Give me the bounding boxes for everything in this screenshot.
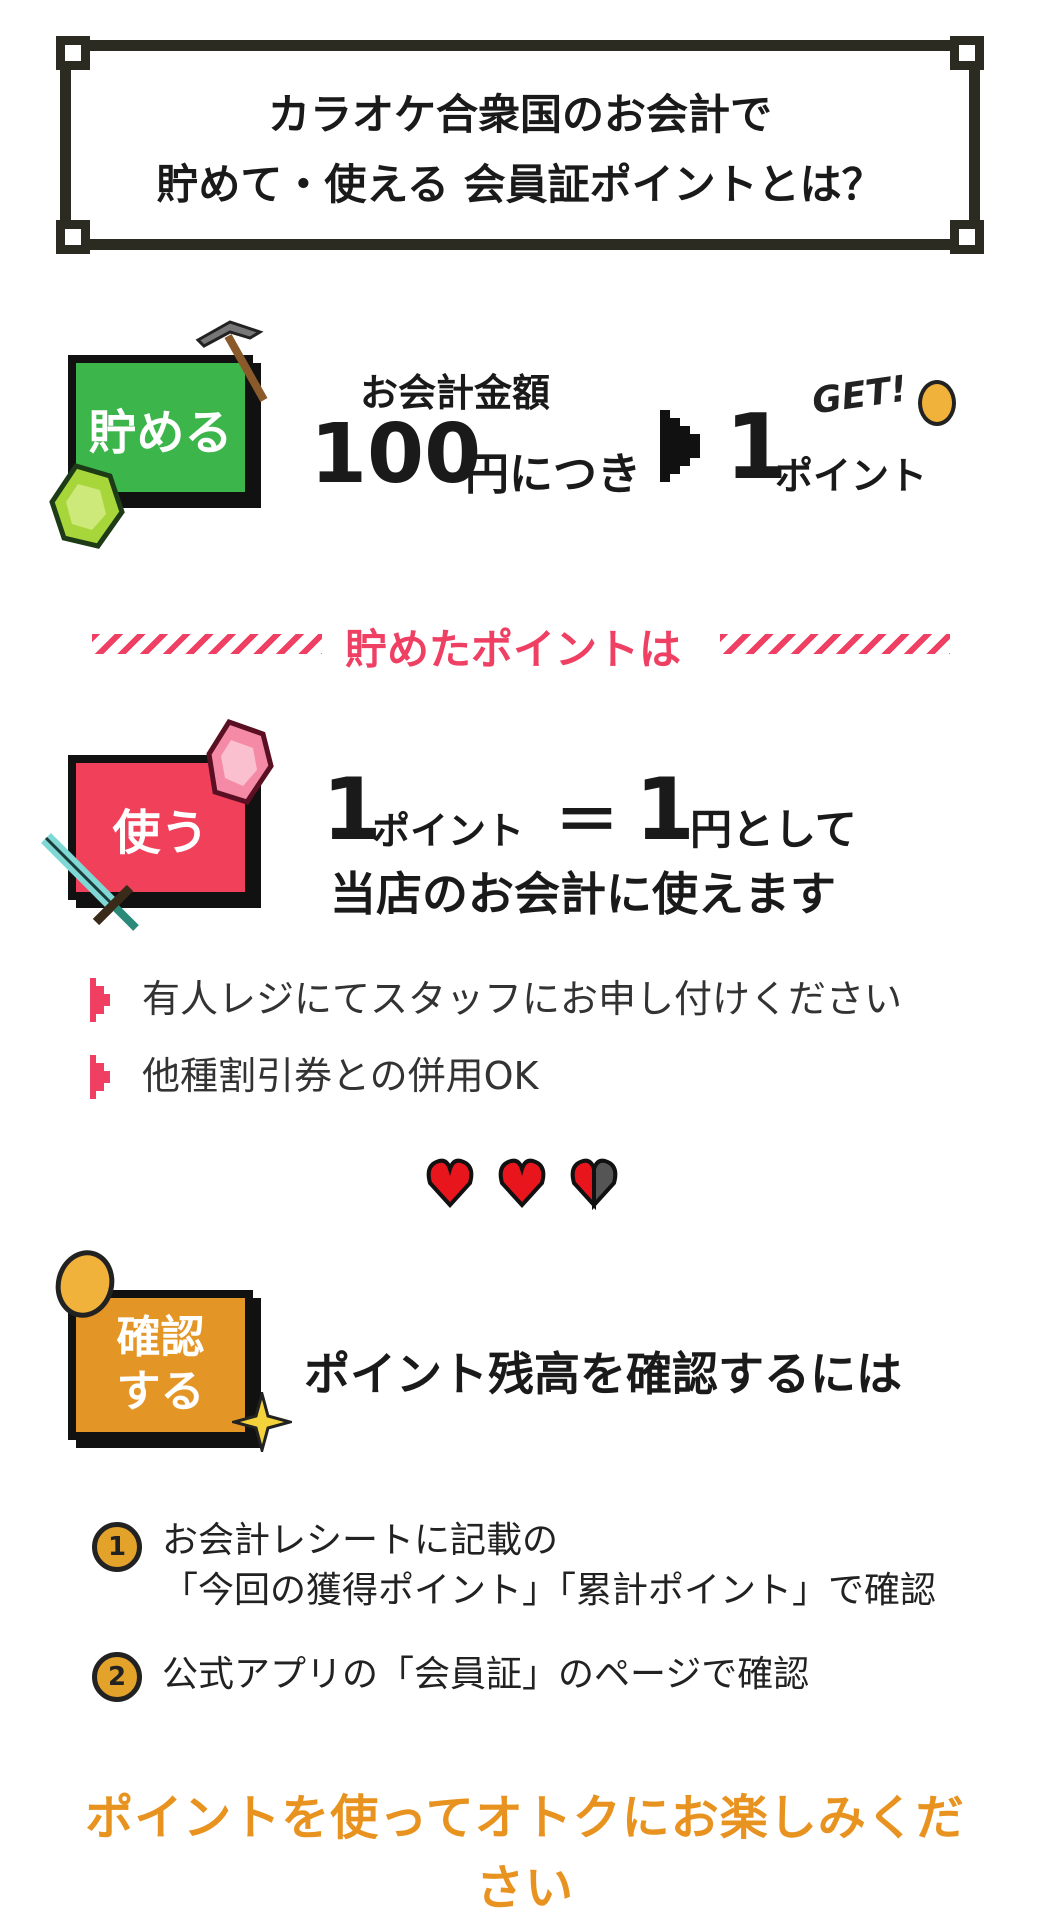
divider-pattern-left bbox=[92, 634, 322, 654]
ruby-gem-icon bbox=[206, 718, 274, 805]
emerald-gem-icon bbox=[49, 463, 125, 549]
heart-half-icon bbox=[570, 1158, 618, 1210]
heart-icon bbox=[426, 1158, 474, 1208]
title-line-1: カラオケ合衆国のお会計で bbox=[267, 90, 772, 139]
check-item-1-line-1: お会計レシートに記載の bbox=[162, 1520, 559, 1561]
sword-icon bbox=[41, 833, 139, 931]
bullet-flag-icon bbox=[90, 978, 110, 1022]
title-line-2: 貯めて・使える 会員証ポイントとは？ bbox=[156, 160, 884, 209]
get-label: GET! bbox=[809, 368, 910, 423]
use-points-unit: ポイント bbox=[372, 809, 525, 853]
check-heading: ポイント残高を確認するには bbox=[304, 1347, 902, 1401]
arrow-right-icon bbox=[660, 410, 700, 482]
pickaxe-icon bbox=[195, 320, 268, 402]
use-yen-unit: 円として bbox=[690, 805, 857, 854]
step-1-coin-icon: 1 bbox=[92, 1522, 142, 1572]
divider-pattern-right bbox=[720, 634, 950, 654]
footer-message: ポイントを使ってオトクにお楽しみください bbox=[85, 1790, 965, 1916]
divider-label: 貯めたポイントは bbox=[345, 625, 682, 674]
coin-icon bbox=[918, 380, 956, 426]
frame-corner bbox=[950, 36, 984, 70]
use-bullet-1: 有人レジにてスタッフにお申し付けください bbox=[142, 977, 903, 1021]
use-line-2: 当店のお会計に使えます bbox=[330, 867, 836, 921]
use-yen: 1 bbox=[635, 760, 695, 860]
equals-sign: ＝ bbox=[555, 785, 619, 859]
check-item-1-line-2: 「今回の獲得ポイント」「累計ポイント」で確認 bbox=[162, 1570, 937, 1611]
frame-corner bbox=[56, 220, 90, 254]
earn-amount: 100 bbox=[310, 407, 482, 502]
page-title: カラオケ合衆国のお会計で 貯めて・使える 会員証ポイントとは？ bbox=[60, 80, 980, 220]
check-badge-line-1: 確認 bbox=[116, 1312, 205, 1363]
frame-corner bbox=[950, 220, 984, 254]
earn-per-label: 円につき bbox=[465, 449, 641, 500]
check-item-1: お会計レシートに記載の 「今回の獲得ポイント」「累計ポイント」で確認 bbox=[162, 1516, 936, 1616]
sparkle-icon bbox=[232, 1392, 292, 1452]
frame-corner bbox=[56, 36, 90, 70]
bullet-flag-icon bbox=[90, 1055, 110, 1099]
heart-icon bbox=[498, 1158, 546, 1208]
check-item-2: 公式アプリの「会員証」のページで確認 bbox=[162, 1654, 810, 1695]
check-badge-line-2: する bbox=[116, 1366, 205, 1417]
earn-points-unit: ポイント bbox=[775, 454, 928, 498]
step-2-coin-icon: 2 bbox=[92, 1652, 142, 1702]
hearts-row bbox=[426, 1158, 618, 1210]
use-bullet-2: 他種割引券との併用OK bbox=[142, 1054, 539, 1098]
